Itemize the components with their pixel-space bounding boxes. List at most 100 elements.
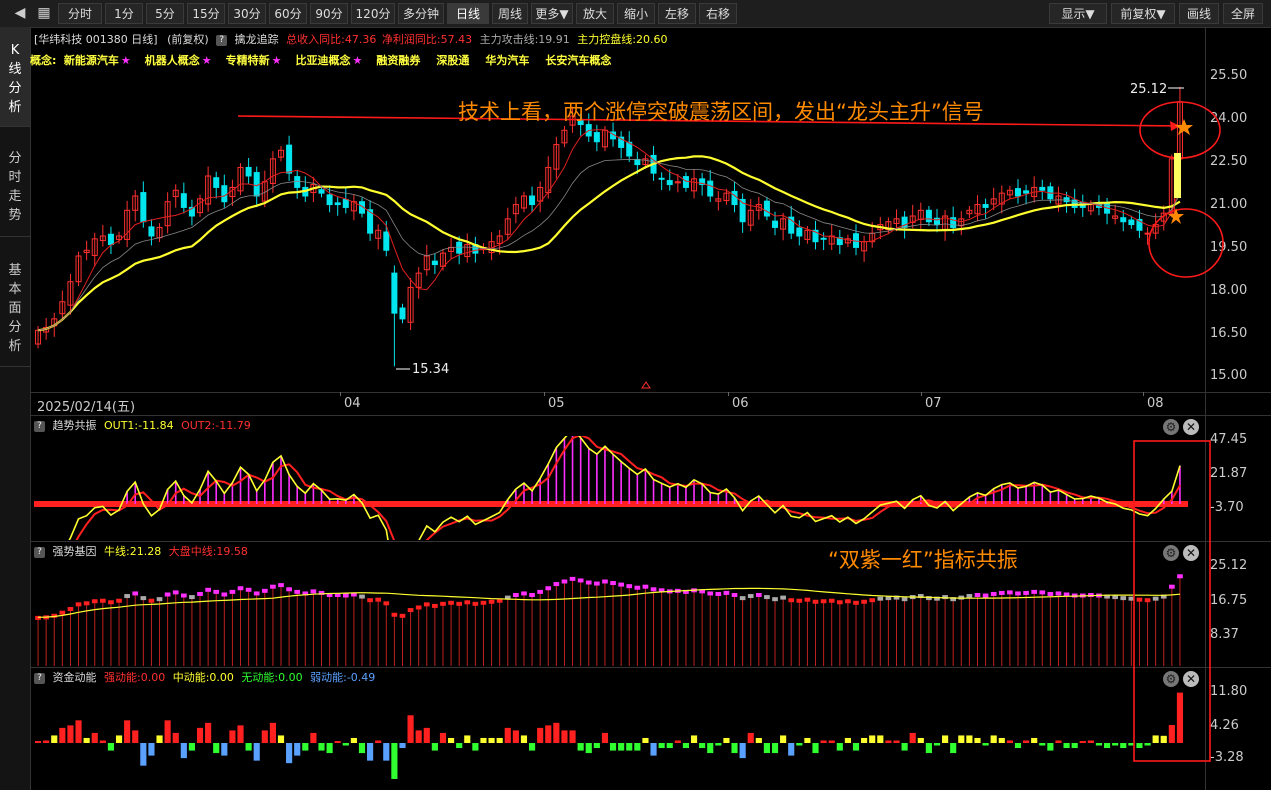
settings-gear-icon[interactable]: ⚙ [1163, 419, 1179, 435]
toolbar-button-2[interactable]: 5分 [146, 3, 184, 24]
momentum-bar [286, 743, 293, 764]
toolbar-button-7[interactable]: 120分 [351, 3, 395, 24]
toolbar-button-4[interactable]: 30分 [228, 3, 266, 24]
grid-icon[interactable]: ▦ [32, 3, 56, 24]
momentum-bar [933, 743, 941, 746]
toolbar-button-15[interactable]: 右移 [699, 3, 737, 24]
settings-gear-icon[interactable]: ⚙ [1163, 545, 1179, 561]
strength-block [545, 586, 552, 591]
sidebar-tab-char: K [10, 43, 20, 58]
toolbar-button-0[interactable]: 分时 [58, 3, 102, 24]
candle [504, 207, 511, 241]
strength-block [1031, 589, 1038, 594]
help-icon[interactable]: ? [34, 672, 45, 684]
candle [245, 158, 252, 184]
candle [763, 196, 770, 221]
momentum-bar [715, 743, 722, 746]
strength-panel-title: 强势基因 [52, 545, 97, 558]
strength-block [521, 591, 527, 596]
momentum-bar [974, 737, 981, 743]
toolbar-button-1[interactable]: 1分 [105, 3, 143, 24]
momentum-bar [399, 743, 406, 749]
sidebar: K线分析 分时走势 基本面分析 [0, 27, 31, 790]
strength-block [974, 593, 981, 597]
candle [626, 131, 633, 162]
toolbar-right-button-0[interactable]: 显示▼ [1049, 3, 1107, 24]
concept-tag[interactable]: 融资融券 [376, 54, 422, 67]
concept-tag[interactable]: 比亚迪概念 ★ [296, 54, 363, 67]
help-icon[interactable]: ? [216, 34, 228, 46]
momentum-bar [836, 743, 843, 751]
concept-tag[interactable]: 专精特新 ★ [226, 54, 282, 67]
momentum-bar [188, 743, 195, 751]
momentum-bar [585, 743, 592, 754]
sidebar-tab-char: 线 [8, 62, 22, 77]
toolbar-right-button-2[interactable]: 画线 [1179, 3, 1219, 24]
strength-block [610, 581, 616, 586]
strength-block [594, 581, 600, 586]
momentum-bar [464, 735, 471, 743]
close-icon[interactable]: ✕ [1183, 545, 1199, 561]
sidebar-tab-char: 势 [8, 208, 22, 223]
sidebar-tab-char: 面 [8, 301, 22, 316]
strength-block [261, 588, 268, 593]
back-arrow-icon[interactable]: ◀ [8, 3, 32, 24]
capital-momentum-chart [34, 692, 1184, 779]
concept-tag[interactable]: 新能源汽车 ★ [64, 54, 131, 67]
concept-star-icon: ★ [271, 54, 282, 67]
strength-block [1177, 574, 1183, 579]
settings-gear-icon[interactable]: ⚙ [1163, 671, 1179, 687]
momentum-bar [472, 743, 479, 751]
momentum-bar [67, 725, 74, 743]
strength-block [966, 594, 973, 599]
strength-block [294, 589, 301, 594]
close-icon[interactable]: ✕ [1183, 419, 1199, 435]
help-icon[interactable]: ? [34, 546, 45, 558]
marker-triangle-icon [641, 381, 651, 389]
strength-block [456, 601, 463, 606]
concept-tag[interactable]: 深股通 [436, 54, 471, 67]
toolbar-button-9[interactable]: 日线 [447, 3, 489, 24]
concept-tag[interactable]: 长安汽车概念 [545, 54, 613, 67]
momentum-bar [140, 743, 147, 766]
concept-text: 新能源汽车 [63, 54, 119, 67]
momentum-bar [1152, 735, 1159, 743]
momentum-bar [423, 727, 430, 743]
toolbar-right-button-3[interactable]: 全屏 [1223, 3, 1263, 24]
momentum-bar [601, 732, 609, 743]
help-icon[interactable]: ? [34, 420, 45, 432]
toolbar-button-11[interactable]: 更多▼ [531, 3, 573, 24]
toolbar-button-6[interactable]: 90分 [310, 3, 348, 24]
toolbar-button-8[interactable]: 多分钟 [398, 3, 444, 24]
axis-separator [1205, 27, 1206, 790]
toolbar-button-3[interactable]: 15分 [187, 3, 225, 24]
strength-block [156, 597, 163, 602]
capital-mid: 中动能:0.00 [172, 671, 234, 684]
concept-tag[interactable]: 机器人概念 ★ [145, 54, 212, 67]
strength-block [448, 600, 454, 605]
strength-block [780, 595, 786, 600]
toolbar-button-5[interactable]: 60分 [269, 3, 307, 24]
concept-tag[interactable]: 华为汽车 [485, 54, 531, 67]
strength-block [537, 589, 543, 594]
toolbar-button-10[interactable]: 周线 [492, 3, 528, 24]
toolbar-button-14[interactable]: 左移 [658, 3, 696, 24]
resonance-note-annotation: “双紫一红”指标共振 [828, 548, 1018, 572]
date-tick [921, 392, 922, 396]
momentum-bar [1176, 692, 1184, 743]
toolbar-button-13[interactable]: 缩小 [617, 3, 655, 24]
sidebar-tab-intraday[interactable]: 分时走势 [0, 127, 30, 237]
toolbar-button-12[interactable]: 放大 [576, 3, 614, 24]
strength-block [747, 594, 754, 599]
momentum-bar [415, 730, 422, 743]
momentum-bar [504, 727, 511, 743]
close-icon[interactable]: ✕ [1183, 671, 1199, 687]
momentum-bar [269, 722, 276, 743]
concept-text: 长安汽车概念 [545, 54, 612, 67]
capital-none: 无动能:0.00 [241, 671, 303, 684]
sidebar-tab-fundamental[interactable]: 基本面分析 [0, 237, 30, 367]
momentum-bar [852, 743, 860, 751]
strength-block [1120, 596, 1127, 601]
sidebar-tab-kline[interactable]: K线分析 [0, 27, 30, 127]
toolbar-right-button-1[interactable]: 前复权▼ [1111, 3, 1175, 24]
